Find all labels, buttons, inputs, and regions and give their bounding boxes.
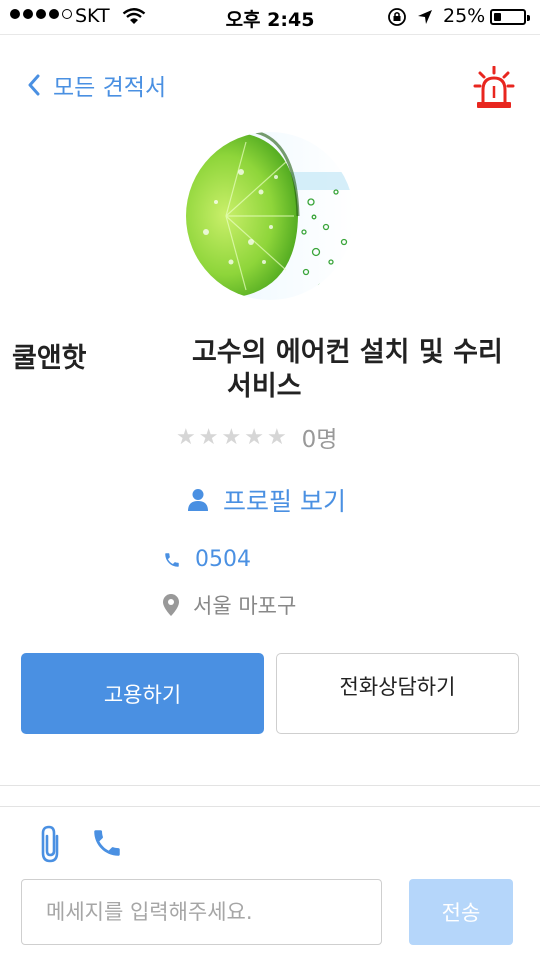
person-icon: [188, 489, 208, 511]
back-button[interactable]: 모든 견적서: [27, 68, 166, 102]
service-title-line2: 서비스: [227, 371, 302, 402]
rating: ★ ★ ★ ★ ★ 0명: [176, 420, 337, 454]
phone-consult-button[interactable]: 전화상담하기: [276, 653, 519, 734]
star-icon: ★: [244, 424, 264, 450]
status-bar-divider: [0, 34, 540, 35]
star-icon: ★: [198, 424, 219, 450]
view-profile-link[interactable]: 프로필 보기: [187, 482, 346, 518]
message-input[interactable]: [21, 879, 382, 945]
phone-number: 0504: [195, 547, 251, 572]
hire-button[interactable]: 고용하기: [21, 653, 264, 734]
phone-icon: [165, 552, 179, 567]
star-icon: ★: [221, 424, 242, 450]
orientation-lock-icon: [388, 8, 406, 26]
map-pin-icon: [163, 594, 179, 616]
service-title: 고수의 에어컨 설치 및 수리 서비스: [192, 336, 532, 404]
battery-percent: 25%: [443, 5, 486, 27]
status-bar: SKT 오후 2:45 25%: [0, 0, 540, 34]
star-icon: ★: [266, 424, 287, 450]
divider: [0, 785, 540, 786]
divider: [0, 806, 540, 807]
paperclip-icon[interactable]: [37, 824, 63, 864]
phone-link[interactable]: 0504: [163, 547, 251, 572]
phone-icon[interactable]: [90, 826, 124, 860]
review-count: 0명: [301, 427, 338, 453]
send-button[interactable]: 전송: [409, 879, 513, 945]
company-name: 쿨앤핫: [12, 343, 87, 374]
location-text: 서울 마포구: [193, 594, 297, 618]
view-profile-label: 프로필 보기: [223, 487, 346, 516]
location: 서울 마포구: [163, 590, 296, 620]
location-arrow-icon: [418, 10, 432, 24]
service-title-line1: 고수의 에어컨 설치 및 수리: [192, 337, 503, 368]
chevron-left-icon: [28, 74, 40, 96]
siren-icon[interactable]: [473, 66, 515, 110]
battery-icon: [490, 9, 530, 25]
back-label: 모든 견적서: [53, 75, 167, 101]
profile-photo: [186, 132, 354, 300]
star-icon: ★: [176, 424, 196, 450]
